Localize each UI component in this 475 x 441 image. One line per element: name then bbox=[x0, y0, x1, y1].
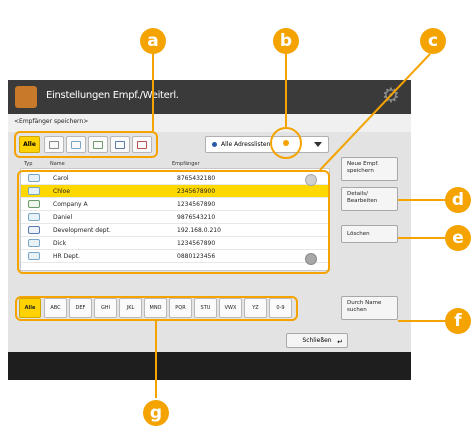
callout-leader-lines bbox=[152, 53, 446, 398]
callout-g: g bbox=[143, 400, 169, 426]
callout-b: b bbox=[273, 28, 299, 54]
callout-f: f bbox=[445, 308, 471, 334]
callout-d: d bbox=[445, 187, 471, 213]
callout-a: a bbox=[140, 28, 166, 54]
callout-e: e bbox=[445, 225, 471, 251]
callout-c: c bbox=[420, 28, 446, 54]
